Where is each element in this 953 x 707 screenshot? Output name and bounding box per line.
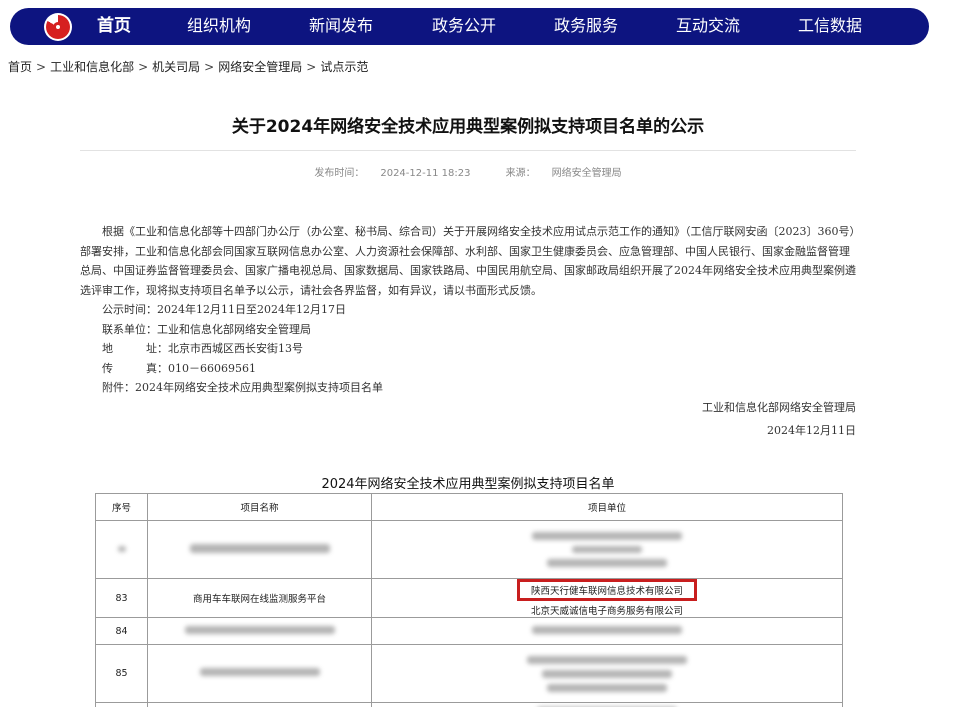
source: 来源： 网络安全管理局 bbox=[498, 168, 630, 179]
source-label: 来源： bbox=[505, 168, 536, 179]
nav-item-organization[interactable]: 组织机构 bbox=[187, 16, 251, 36]
article-title: 关于2024年网络安全技术应用典型案例拟支持项目名单的公示 bbox=[231, 117, 705, 137]
redacted-text bbox=[532, 532, 682, 540]
breadcrumb-separator: > bbox=[138, 60, 149, 74]
breadcrumb-pilot-demo[interactable]: 试点示范 bbox=[320, 60, 368, 74]
row-units-redacted bbox=[371, 702, 843, 707]
redacted-text bbox=[532, 625, 682, 634]
row-number: 84 bbox=[95, 617, 148, 645]
redacted-text bbox=[184, 625, 335, 634]
redacted-text bbox=[189, 543, 330, 553]
header-project-name: 项目名称 bbox=[147, 493, 372, 521]
table-row: 85 bbox=[95, 644, 843, 703]
redacted-text bbox=[527, 655, 687, 664]
row-number-value: 84 bbox=[115, 625, 128, 637]
nav-item-government-affairs[interactable]: 政务公开 bbox=[432, 16, 496, 36]
attachment-link[interactable]: 附件：2024年网络安全技术应用典型案例拟支持项目名单 bbox=[80, 378, 858, 398]
source-value: 网络安全管理局 bbox=[551, 168, 622, 179]
row-name-redacted bbox=[147, 644, 372, 703]
header-number: 序号 bbox=[95, 493, 148, 521]
signature-date: 2024年12月11日 bbox=[767, 424, 856, 437]
highlighted-unit-box: 陕西天行健车联网信息技术有限公司 bbox=[516, 579, 697, 601]
nav-item-news[interactable]: 新闻发布 bbox=[309, 16, 373, 36]
project-unit: 陕西天行健车联网信息技术有限公司 bbox=[530, 586, 683, 597]
nav-item-data[interactable]: 工信数据 bbox=[798, 16, 862, 36]
table-header-row: 序号 项目名称 项目单位 bbox=[95, 493, 843, 521]
breadcrumb-cybersecurity-bureau[interactable]: 网络安全管理局 bbox=[218, 60, 302, 74]
table-row bbox=[95, 702, 843, 707]
breadcrumb-departments[interactable]: 机关司局 bbox=[152, 60, 200, 74]
redacted-text bbox=[547, 683, 667, 692]
nav-item-interaction[interactable]: 互动交流 bbox=[676, 16, 740, 36]
row-name bbox=[147, 702, 372, 707]
nav-item-home[interactable]: 首页 bbox=[97, 16, 131, 36]
table-row bbox=[95, 520, 843, 579]
units-stack bbox=[372, 655, 842, 692]
article-body: 根据《工业和信息化部等十四部门办公厅（办公室、秘书局、综合司）关于开展网络安全技… bbox=[80, 222, 858, 441]
row-units-redacted bbox=[371, 617, 843, 645]
header-project-unit: 项目单位 bbox=[371, 493, 843, 521]
breadcrumb-separator: > bbox=[204, 60, 215, 74]
list-title: 2024年网络安全技术应用典型案例拟支持项目名单 bbox=[321, 477, 615, 492]
contact-unit: 联系单位：工业和信息化部网络安全管理局 bbox=[102, 322, 311, 336]
breadcrumb-ministry[interactable]: 工业和信息化部 bbox=[50, 60, 134, 74]
publish-label: 发布时间： bbox=[314, 168, 365, 179]
table-row: 83 商用车车联网在线监测服务平台 陕西天行健车联网信息技术有限公司 北京天威诚… bbox=[95, 578, 843, 618]
breadcrumb-home[interactable]: 首页 bbox=[8, 60, 32, 74]
breadcrumb-separator: > bbox=[306, 60, 317, 74]
publish-time-value: 2024-12-11 18:23 bbox=[380, 168, 471, 179]
table-row: 84 bbox=[95, 617, 843, 645]
nav-items: 首页 组织机构 新闻发布 政务公开 政务服务 互动交流 工信数据 bbox=[10, 8, 929, 45]
project-table: 序号 项目名称 项目单位 83 商用车车联网在线监测服务平台 陕西天行健车联网信… bbox=[95, 493, 843, 707]
breadcrumb-separator: > bbox=[36, 60, 47, 74]
row-units-redacted bbox=[371, 520, 843, 579]
row-number: 83 bbox=[95, 578, 148, 618]
redacted-text bbox=[572, 546, 642, 553]
row-units-redacted bbox=[371, 644, 843, 703]
row-number bbox=[95, 702, 148, 707]
row-number-redacted bbox=[95, 520, 148, 579]
redacted-text bbox=[199, 668, 320, 676]
row-name-redacted bbox=[147, 520, 372, 579]
units-stack bbox=[372, 532, 842, 567]
article-meta: 发布时间： 2024-12-11 18:23 来源： 网络安全管理局 bbox=[80, 164, 856, 179]
title-divider bbox=[80, 150, 856, 151]
contact-fax: 传 真：010－66069561 bbox=[102, 361, 256, 375]
redacted-text bbox=[547, 559, 667, 567]
redacted-text bbox=[117, 546, 126, 552]
redacted-text bbox=[542, 669, 672, 678]
row-project-name: 商用车车联网在线监测服务平台 bbox=[147, 578, 372, 618]
signature: 工业和信息化部网络安全管理局 bbox=[702, 400, 856, 414]
publicity-period: 公示时间：2024年12月11日至2024年12月17日 bbox=[102, 303, 346, 316]
row-number-value: 85 bbox=[115, 668, 128, 679]
contact-address: 地 址：北京市西城区西长安街13号 bbox=[102, 342, 303, 355]
row-units: 陕西天行健车联网信息技术有限公司 北京天威诚信电子商务服务有限公司 bbox=[371, 578, 843, 618]
project-unit: 北京天威诚信电子商务服务有限公司 bbox=[530, 606, 683, 617]
nav-item-government-services[interactable]: 政务服务 bbox=[554, 16, 618, 36]
publish-time: 发布时间： 2024-12-11 18:23 bbox=[306, 168, 478, 179]
row-name-redacted bbox=[147, 617, 372, 645]
article-paragraph: 根据《工业和信息化部等十四部门办公厅（办公室、秘书局、综合司）关于开展网络安全技… bbox=[80, 225, 856, 297]
main-navbar: 首页 组织机构 新闻发布 政务公开 政务服务 互动交流 工信数据 bbox=[10, 8, 929, 45]
row-number: 85 bbox=[95, 644, 148, 703]
breadcrumb: 首页 > 工业和信息化部 > 机关司局 > 网络安全管理局 > 试点示范 bbox=[8, 58, 368, 75]
